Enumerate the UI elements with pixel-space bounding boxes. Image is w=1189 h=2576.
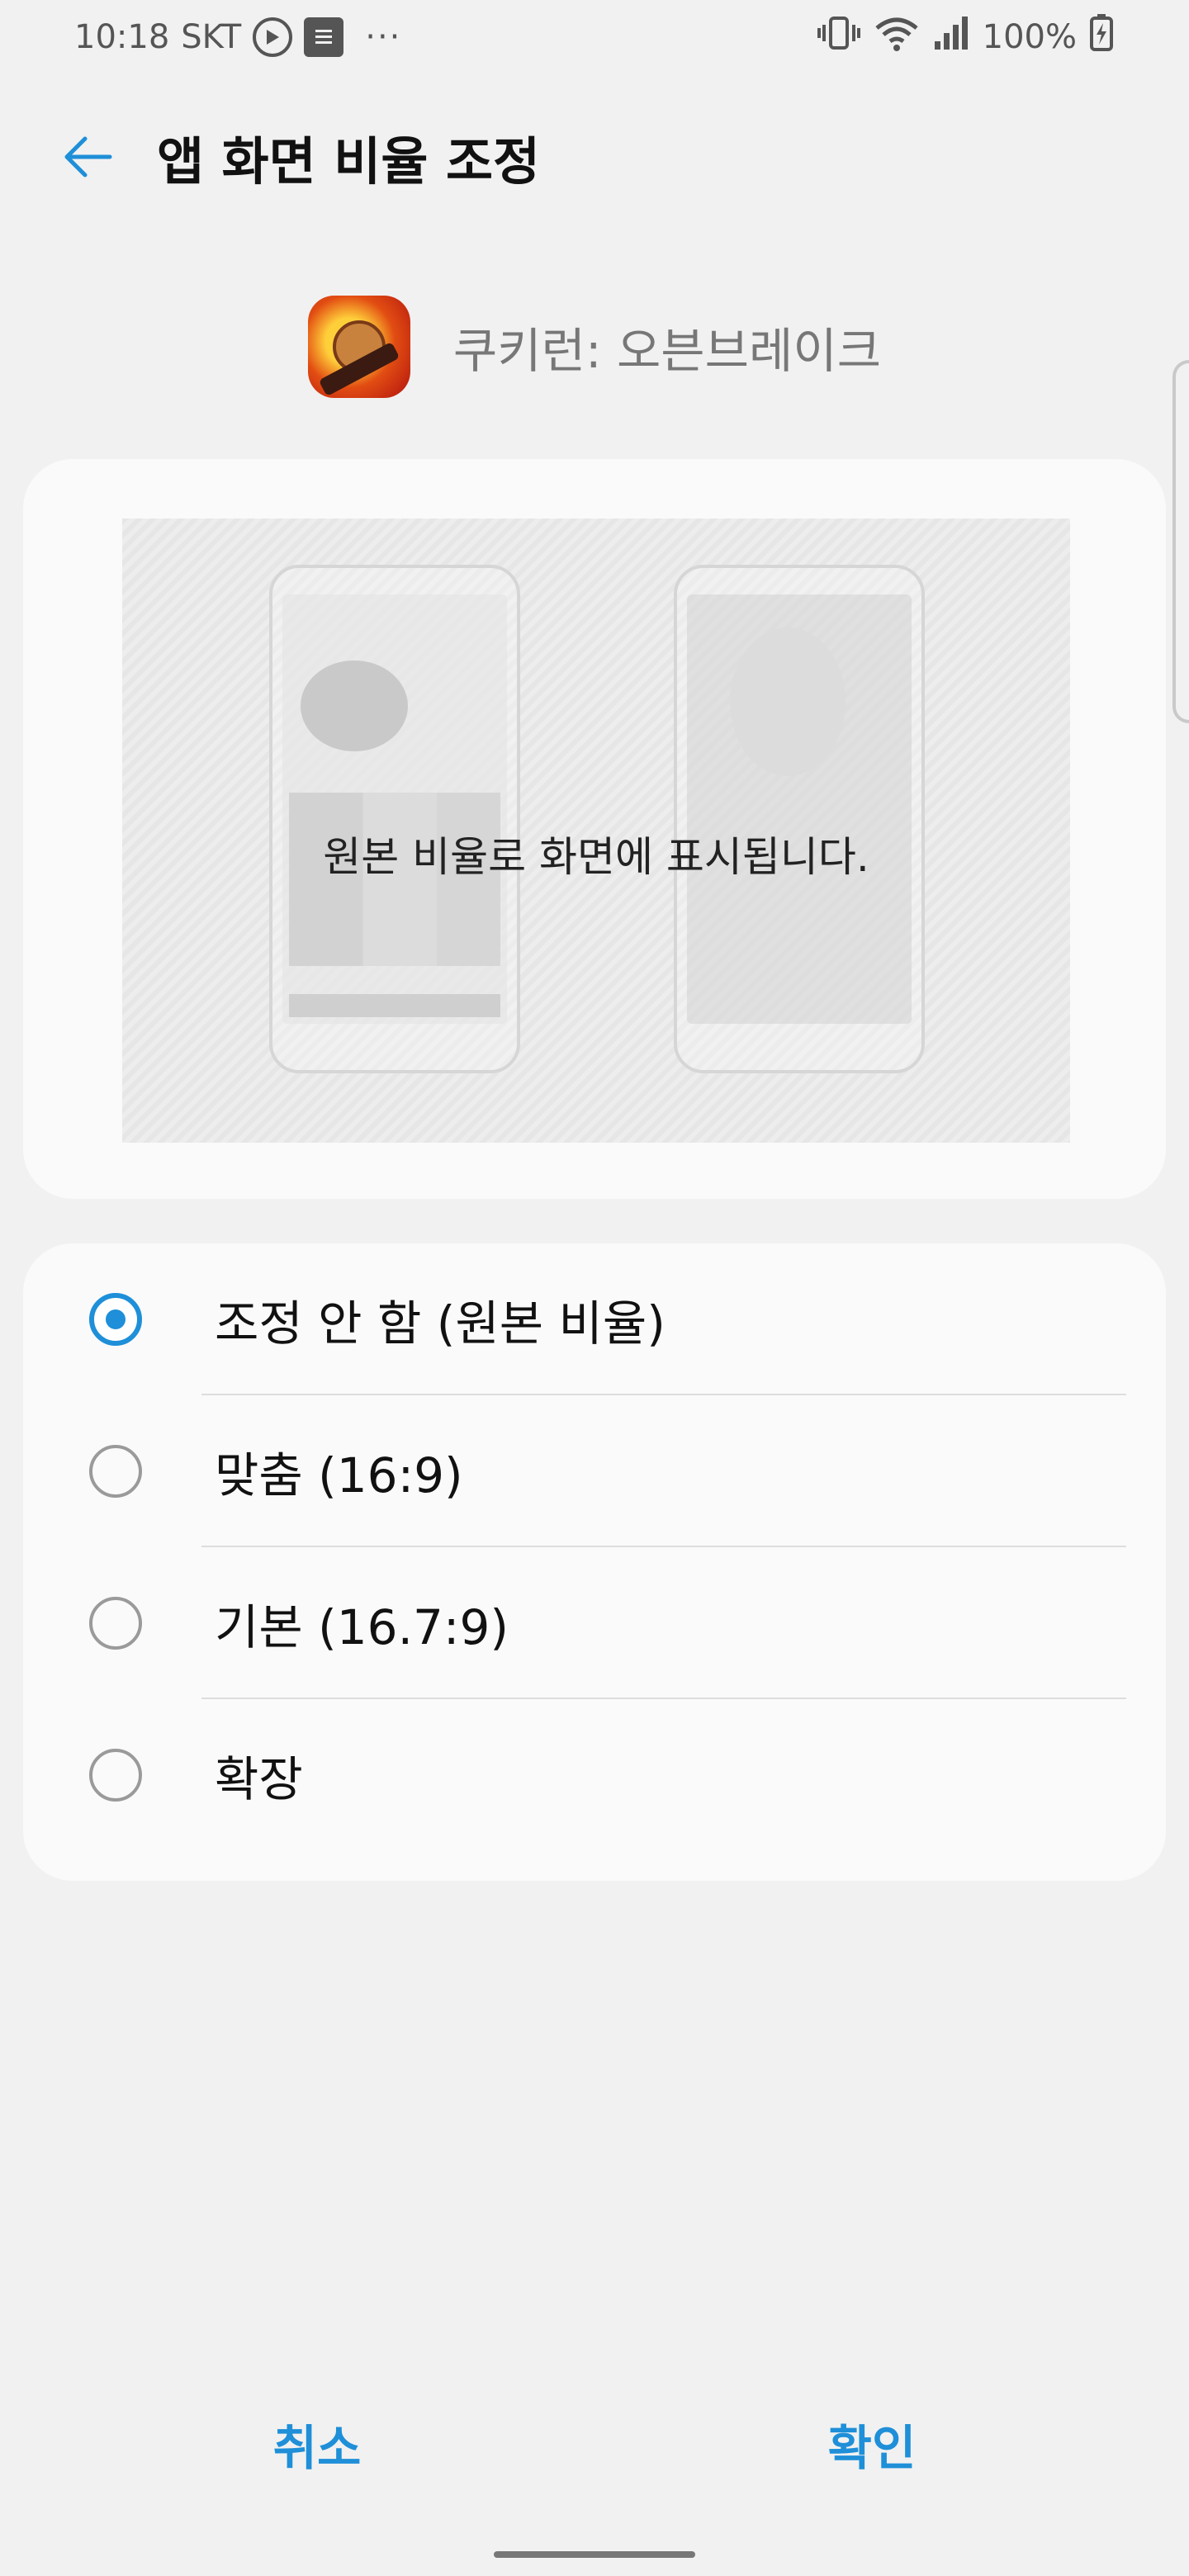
- signal-icon: [931, 13, 971, 61]
- option-label: 기본 (16.7:9): [215, 1599, 509, 1655]
- play-icon: [253, 17, 293, 57]
- option-label: 확장: [215, 1751, 303, 1807]
- phone-preview-left: [269, 565, 520, 1073]
- option-original[interactable]: 조정 안 함 (원본 비율): [23, 1243, 1166, 1395]
- aspect-ratio-options: 조정 안 함 (원본 비율) 맞춤 (16:9) 기본 (16.7:9) 확장: [23, 1243, 1166, 1881]
- phone-preview-right: [674, 565, 925, 1073]
- back-button[interactable]: [50, 120, 124, 194]
- radio-icon[interactable]: [89, 1749, 142, 1802]
- status-right: 100%: [816, 13, 1115, 61]
- app-info-row: 쿠키런: 오븐브레이크: [0, 296, 1189, 398]
- notes-icon: [304, 17, 344, 57]
- option-label: 조정 안 함 (원본 비율): [215, 1295, 666, 1352]
- wifi-icon: [874, 13, 920, 61]
- cancel-button[interactable]: 취소: [168, 2394, 466, 2493]
- dialog-actions: 취소 확인: [0, 2394, 1189, 2493]
- nav-bar-preview: [289, 994, 500, 1017]
- photo-preview: [730, 627, 846, 776]
- status-bar: 10:18 SKT ··· 100%: [0, 0, 1189, 74]
- vibrate-icon: [816, 13, 862, 61]
- preview-card: 원본 비율로 화면에 표시됩니다.: [23, 459, 1166, 1199]
- radio-selected-icon[interactable]: [89, 1293, 142, 1346]
- battery-charging-icon: [1088, 13, 1115, 61]
- option-default[interactable]: 기본 (16.7:9): [23, 1547, 1166, 1699]
- ok-button[interactable]: 확인: [723, 2394, 1021, 2493]
- page-title: 앱 화면 비율 조정: [157, 131, 541, 192]
- app-bar: 앱 화면 비율 조정: [0, 107, 1189, 206]
- edge-panel-handle[interactable]: [1172, 360, 1189, 723]
- preview-caption: 원본 비율로 화면에 표시됩니다.: [323, 833, 869, 881]
- app-name: 쿠키런: 오븐브레이크: [452, 323, 882, 379]
- radio-icon[interactable]: [89, 1597, 142, 1650]
- gesture-nav-handle[interactable]: [494, 2551, 695, 2558]
- radio-icon[interactable]: [89, 1445, 142, 1498]
- status-time: 10:18: [74, 18, 170, 56]
- status-left: 10:18 SKT ···: [74, 17, 401, 57]
- option-expand[interactable]: 확장: [23, 1699, 1166, 1851]
- battery-percent: 100%: [982, 18, 1077, 56]
- more-notifications: ···: [365, 18, 402, 56]
- option-fit[interactable]: 맞춤 (16:9): [23, 1395, 1166, 1547]
- cookie-run-app-icon: [307, 296, 410, 398]
- arrow-left-icon: [64, 136, 112, 178]
- option-label: 맞춤 (16:9): [215, 1447, 463, 1503]
- tree-image: [301, 661, 408, 751]
- aspect-preview: 원본 비율로 화면에 표시됩니다.: [122, 519, 1070, 1143]
- status-carrier: SKT: [181, 18, 242, 56]
